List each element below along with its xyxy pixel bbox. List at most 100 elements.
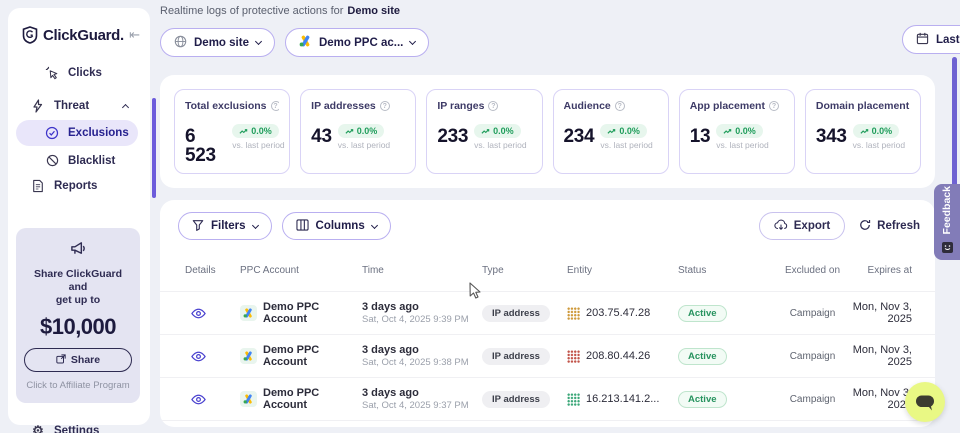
export-button[interactable]: Export [759,212,845,240]
cursor-click-icon [44,66,60,80]
page-subtitle: Realtime logs of protective actions for D… [160,0,935,17]
sidebar-item-blacklist[interactable]: Blacklist [8,148,144,173]
sidebar-nav: Clicks Threat Exclusions Blacklist [8,58,150,198]
type-badge: IP address [482,348,550,365]
subtitle-site-name: Demo site [347,5,400,17]
stat-period: vs. last period [232,140,279,150]
promo-amount: $10,000 [24,314,132,340]
collapse-sidebar-icon[interactable]: ⇤ [129,27,140,43]
megaphone-icon [24,240,132,262]
time-exact: Sat, Oct 4, 2025 9:38 PM [362,357,482,368]
stat-delta: 0.0% [735,126,756,136]
stats-panel: Total exclusions 6 523 0.0% vs. last per… [160,75,935,188]
refresh-button[interactable]: Refresh [859,219,920,234]
app-title: ClickGuard. [43,27,129,44]
external-link-icon [56,354,66,367]
time-exact: Sat, Oct 4, 2025 9:39 PM [362,314,482,325]
stat-title: App placement [690,100,765,112]
help-icon[interactable] [769,101,779,111]
trend-up-icon [481,128,490,135]
google-ads-icon [299,35,312,50]
selector-row: Demo site Demo PPC ac... Last 30 days [160,28,935,57]
stat-card-ip-ranges: IP ranges 233 0.0% vs. last period [426,89,542,174]
affiliate-link-text[interactable]: Click to Affiliate Program [24,380,132,391]
google-ads-icon [240,391,257,407]
sidebar-scrollbar[interactable] [152,98,156,198]
ban-icon [44,154,60,167]
time-exact: Sat, Oct 4, 2025 9:37 PM [362,400,482,411]
trend-up-icon [723,128,732,135]
feedback-tab[interactable]: Feedback [934,184,960,260]
expires-at-value: Mon, Nov 3, 2025 [850,344,920,368]
status-badge: Active [678,391,727,408]
google-ads-icon [240,348,257,364]
filters-button[interactable]: Filters [178,212,272,240]
entity-identicon [567,350,580,363]
promo-text-line1: Share ClickGuard and [24,268,132,294]
stat-card-audience: Audience 234 0.0% vs. last period [553,89,669,174]
excluded-on-value: Campaign [775,394,850,405]
stat-delta: 0.0% [872,126,893,136]
sidebar-item-clicks[interactable]: Clicks [8,60,144,85]
sidebar-item-settings[interactable]: ⚙ Settings [8,423,150,433]
sidebar-item-reports[interactable]: Reports [8,173,144,198]
document-icon [30,179,46,193]
table-controls: Filters Columns Export [160,200,935,240]
trend-up-icon [239,128,248,135]
stat-title: IP addresses [311,100,376,112]
stat-value: 13 [690,124,711,146]
sidebar-item-threat[interactable]: Threat [8,93,144,118]
help-icon[interactable] [271,101,280,111]
status-badge: Active [678,348,727,365]
stat-card-total-exclusions: Total exclusions 6 523 0.0% vs. last per… [174,89,290,174]
affiliate-promo-card[interactable]: Share ClickGuard and get up to $10,000 S… [16,228,140,403]
share-button-label: Share [71,354,100,366]
ppc-account-selector[interactable]: Demo PPC ac... [285,28,429,57]
site-selector[interactable]: Demo site [160,28,275,57]
clickguard-shield-icon [22,26,38,44]
help-icon[interactable] [380,101,390,111]
columns-button[interactable]: Columns [282,212,391,240]
entity-identicon [567,393,580,406]
page-scrollbar[interactable] [952,57,957,187]
table-row[interactable]: Demo PPC Account 3 days agoSat, Oct 4, 2… [160,291,935,334]
table-row[interactable]: Demo PPC Account 3 days agoSat, Oct 4, 2… [160,377,935,420]
sidebar-item-exclusions[interactable]: Exclusions [16,120,138,146]
chat-widget-button[interactable] [905,382,945,422]
view-details-button[interactable] [185,308,206,319]
logo: ClickGuard. ⇤ [8,8,150,58]
subtitle-prefix: Realtime logs of protective actions for [160,5,343,17]
view-details-button[interactable] [185,351,206,362]
cloud-download-icon [774,219,788,234]
stat-period: vs. last period [600,140,652,150]
column-header-type[interactable]: Type [482,265,567,276]
sidebar-item-label: Clicks [68,67,102,79]
lightning-icon [30,99,46,113]
sidebar-item-label: Reports [54,180,97,192]
column-header-details[interactable]: Details [185,265,240,276]
chevron-down-icon [255,38,262,45]
stat-card-ip-addresses: IP addresses 43 0.0% vs. last period [300,89,416,174]
table-row[interactable]: Demo PPC Account 3 days agoSat, Oct 4, 2… [160,334,935,377]
column-header-time[interactable]: Time [362,265,482,276]
time-relative: 3 days ago [362,301,482,313]
column-header-entity[interactable]: Entity [567,265,678,276]
help-icon[interactable] [615,101,625,111]
stat-title: Domain placement [816,100,909,112]
calendar-icon [916,32,929,48]
trend-up-icon [607,128,616,135]
column-header-ppc-account[interactable]: PPC Account [240,265,362,276]
column-header-expires-at[interactable]: Expires at [850,265,920,276]
stat-delta: 0.0% [357,126,378,136]
entity-identicon [567,307,580,320]
column-header-excluded-on[interactable]: Excluded on [775,264,850,277]
date-range-value: Last 30 days [936,34,960,46]
site-selector-value: Demo site [194,37,249,49]
trend-up-icon [860,128,869,135]
share-button[interactable]: Share [24,348,132,372]
date-range-selector[interactable]: Last 30 days [902,25,960,54]
column-header-status[interactable]: Status [678,265,775,276]
columns-label: Columns [316,220,365,232]
view-details-button[interactable] [185,394,206,405]
help-icon[interactable] [488,101,498,111]
